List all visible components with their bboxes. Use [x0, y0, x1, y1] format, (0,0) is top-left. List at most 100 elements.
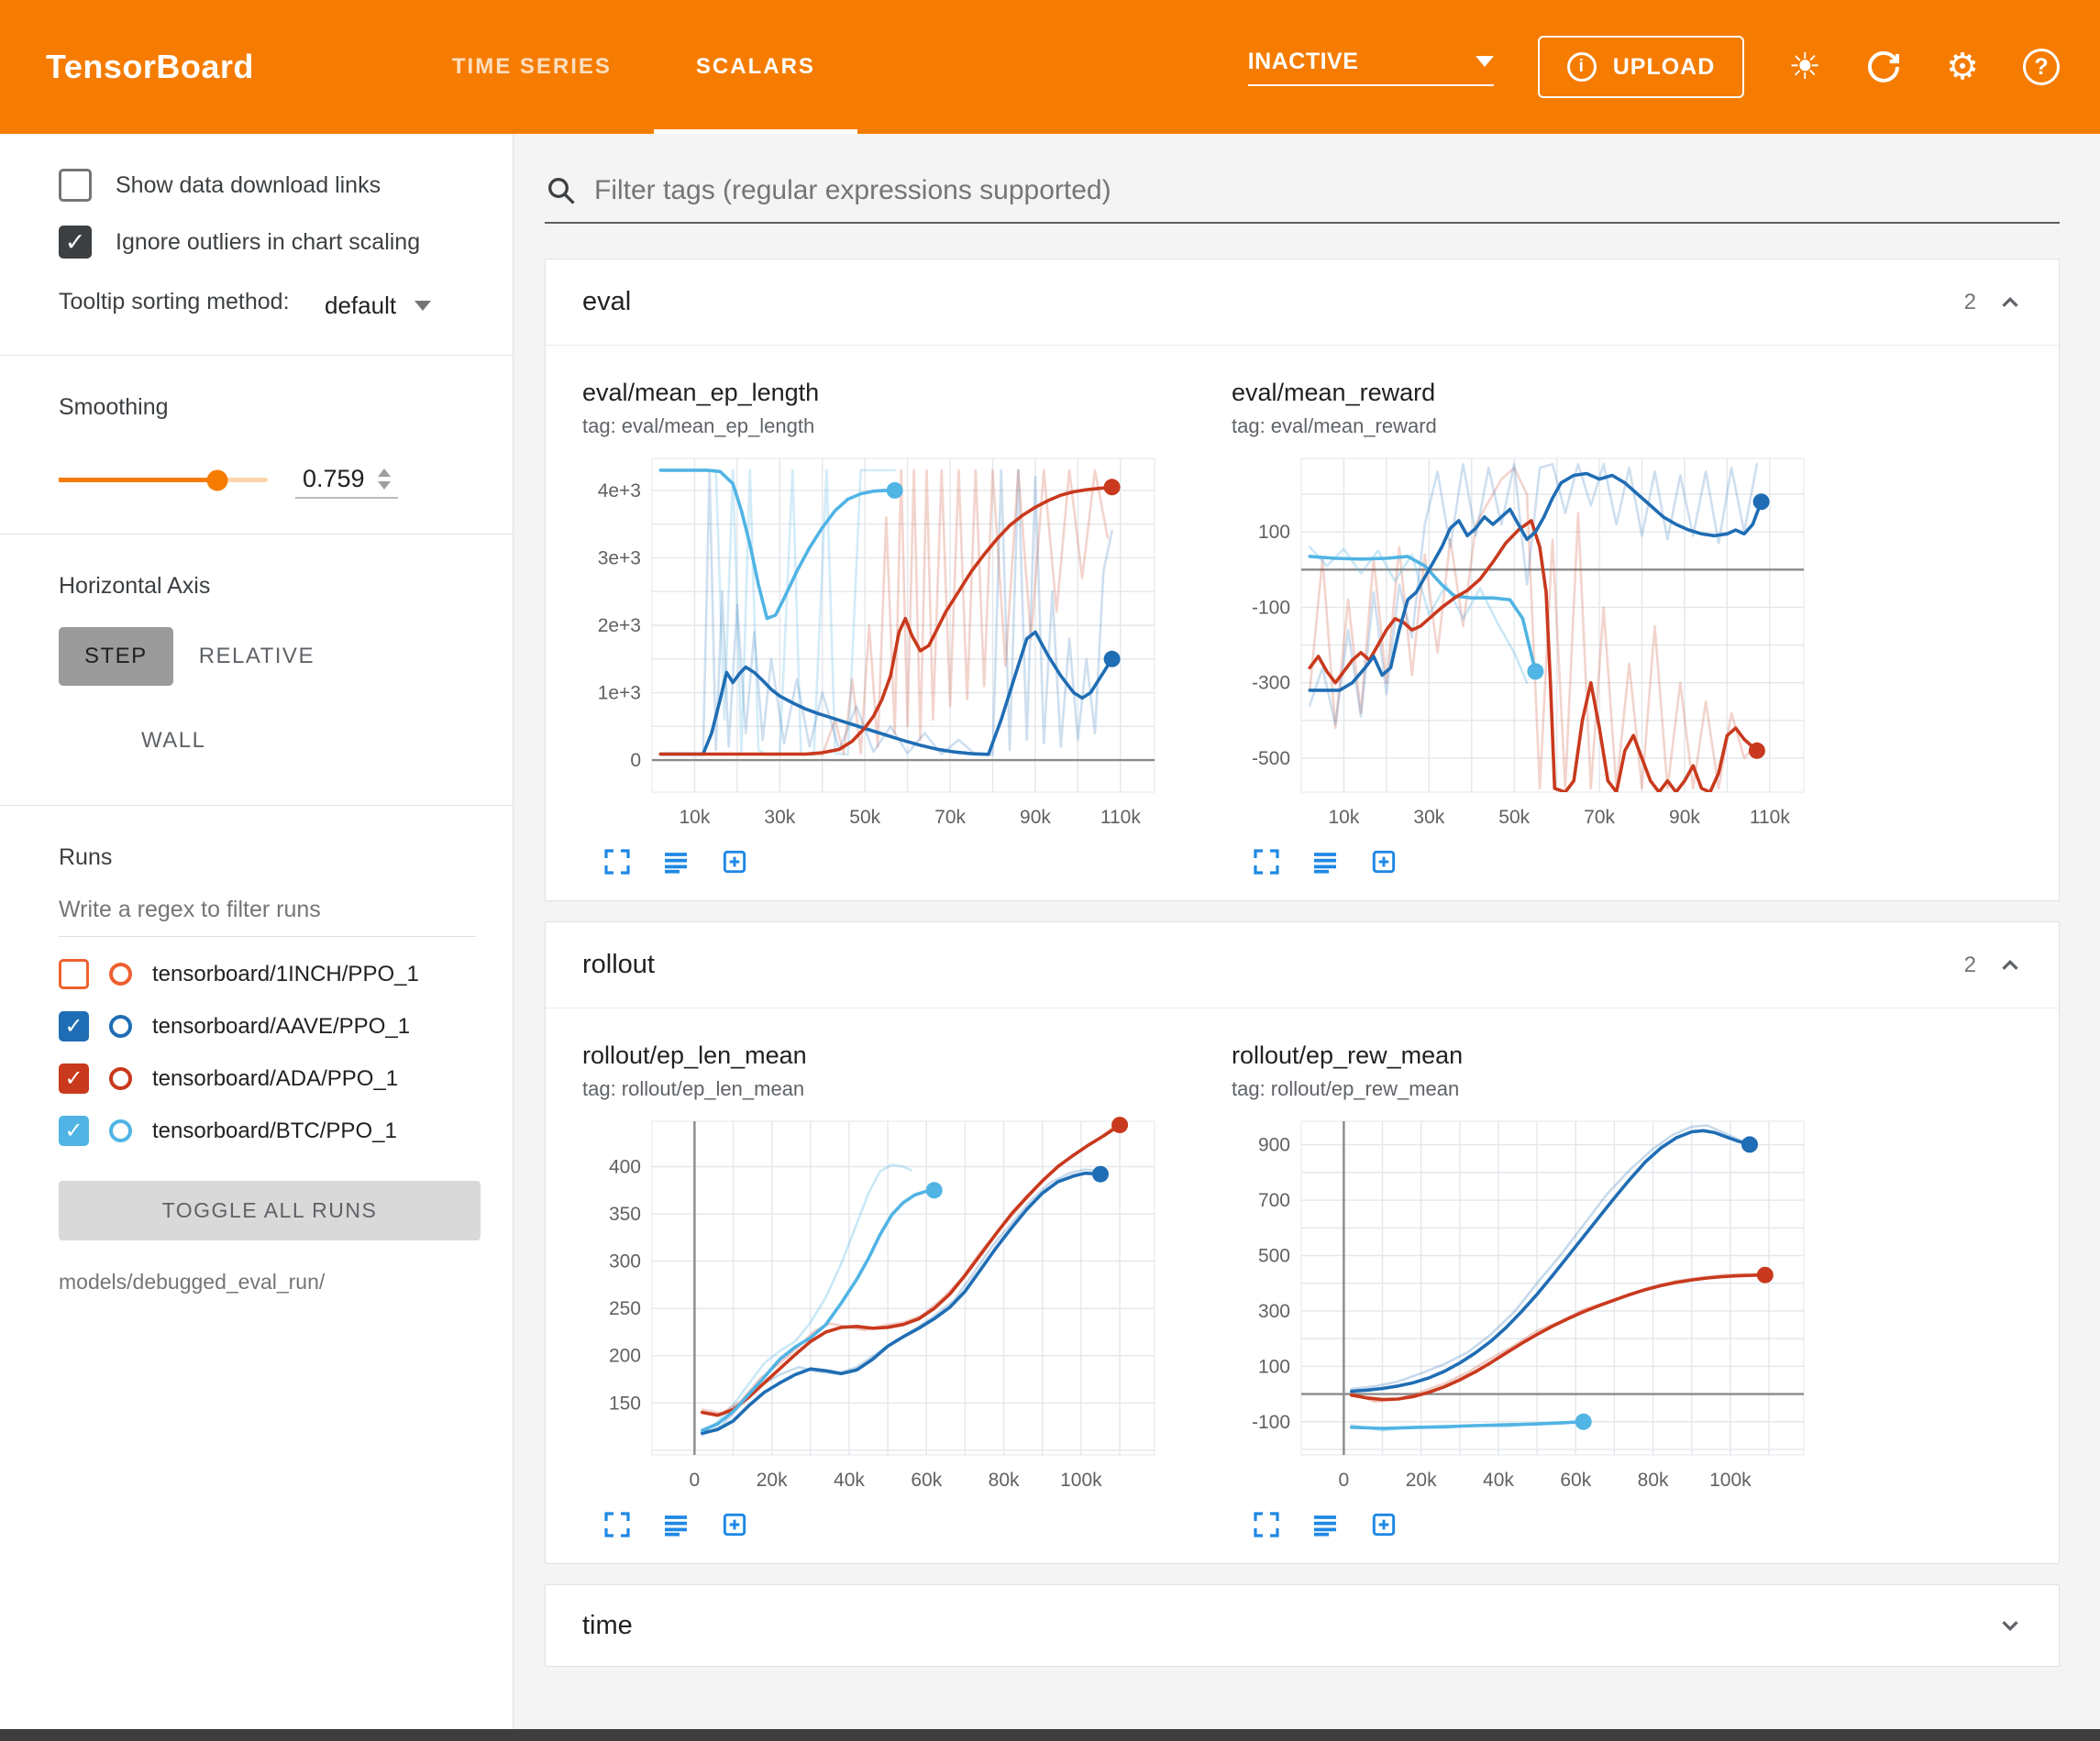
eval-mean-ep-length-plot[interactable]: 01e+32e+33e+34e+310k30k50k70k90k110k — [582, 447, 1169, 842]
info-icon: i — [1567, 52, 1597, 82]
bottom-bar — [0, 1729, 2100, 1741]
fit-domain-icon[interactable] — [1369, 1510, 1398, 1539]
svg-text:300: 300 — [609, 1251, 641, 1273]
section-eval: eval 2 eval/mean_ep_length tag: eval/mea… — [545, 259, 2060, 901]
svg-text:10k: 10k — [680, 807, 711, 828]
smoothing-input[interactable]: 0.759 — [295, 461, 398, 499]
brightness-icon[interactable]: ☀ — [1788, 49, 1821, 85]
fit-domain-icon[interactable] — [1369, 847, 1398, 876]
svg-text:3e+3: 3e+3 — [598, 547, 641, 568]
section-rollout-header[interactable]: rollout 2 — [546, 922, 2059, 1008]
svg-text:700: 700 — [1258, 1190, 1290, 1211]
ignore-outliers-checkbox[interactable]: ✓ — [59, 226, 92, 259]
tensorboard-app: TensorBoard TIME SERIES SCALARS INACTIVE… — [0, 0, 2100, 1741]
svg-text:2e+3: 2e+3 — [598, 615, 641, 636]
chart-toolbar — [1232, 847, 1837, 876]
smoothing-label: Smoothing — [59, 394, 476, 421]
app-header: TensorBoard TIME SERIES SCALARS INACTIVE… — [0, 0, 2100, 134]
svg-text:60k: 60k — [911, 1470, 942, 1491]
chart-tag: tag: rollout/ep_rew_mean — [1232, 1077, 1837, 1101]
horizontal-axis-options: STEP RELATIVE WALL — [59, 627, 444, 770]
svg-text:110k: 110k — [1100, 807, 1141, 828]
section-time-header[interactable]: time — [546, 1585, 2059, 1666]
run-label: tensorboard/1INCH/PPO_1 — [152, 962, 419, 987]
svg-text:20k: 20k — [757, 1470, 788, 1491]
filter-tags-bar — [545, 174, 2060, 224]
data-lines-icon[interactable] — [661, 1510, 691, 1539]
data-lines-icon[interactable] — [1310, 1510, 1340, 1539]
show-download-row: Show data download links — [59, 169, 476, 202]
section-chart-count: 2 — [1964, 290, 1976, 315]
fit-domain-icon[interactable] — [720, 1510, 749, 1539]
help-icon[interactable]: ? — [2023, 49, 2060, 85]
rollout-ep-len-mean-plot[interactable]: 150200250300350400020k40k60k80k100k — [582, 1110, 1169, 1504]
tab-scalars[interactable]: SCALARS — [654, 0, 857, 134]
chart-tag: tag: eval/mean_ep_length — [582, 414, 1188, 438]
stepper-arrows-icon[interactable] — [378, 468, 391, 490]
svg-text:50k: 50k — [849, 807, 880, 828]
show-download-checkbox[interactable] — [59, 169, 92, 202]
fit-domain-icon[interactable] — [720, 847, 749, 876]
toggle-all-runs-button[interactable]: TOGGLE ALL RUNS — [59, 1181, 481, 1240]
runs-filter-input[interactable] — [59, 884, 476, 937]
smoothing-slider-fill — [59, 478, 217, 482]
upload-button-label: UPLOAD — [1613, 54, 1716, 81]
data-lines-icon[interactable] — [1310, 847, 1340, 876]
svg-text:200: 200 — [609, 1346, 641, 1367]
app-body: Show data download links ✓ Ignore outlie… — [0, 134, 2100, 1741]
chevron-down-icon — [414, 301, 431, 311]
run-checkbox[interactable]: ✓ — [59, 1011, 89, 1041]
svg-text:80k: 80k — [1638, 1470, 1669, 1491]
svg-text:30k: 30k — [764, 807, 795, 828]
expand-chart-icon[interactable] — [1252, 847, 1281, 876]
runs-label: Runs — [59, 844, 476, 871]
axis-step-button[interactable]: STEP — [59, 627, 173, 686]
svg-text:0: 0 — [690, 1470, 701, 1491]
tooltip-sorting-select[interactable]: default — [325, 292, 431, 320]
settings-icon[interactable]: ⚙ — [1946, 49, 1979, 85]
refresh-icon[interactable] — [1865, 49, 1902, 85]
status-dropdown[interactable]: INACTIVE — [1248, 49, 1494, 86]
scalars-main: eval 2 eval/mean_ep_length tag: eval/mea… — [514, 134, 2100, 1741]
chart-toolbar — [1232, 1510, 1837, 1539]
run-checkbox[interactable] — [59, 959, 89, 989]
chart-eval-mean-reward: eval/mean_reward tag: eval/mean_reward 1… — [1232, 379, 1837, 876]
smoothing-row: 0.759 — [59, 461, 476, 499]
section-eval-header[interactable]: eval 2 — [546, 259, 2059, 346]
horizontal-axis-label: Horizontal Axis — [59, 573, 476, 600]
expand-chart-icon[interactable] — [1252, 1510, 1281, 1539]
filter-tags-input[interactable] — [594, 175, 2060, 206]
svg-text:100k: 100k — [1709, 1470, 1752, 1491]
chart-title: rollout/ep_rew_mean — [1232, 1041, 1837, 1070]
ignore-outliers-row: ✓ Ignore outliers in chart scaling — [59, 226, 476, 259]
collapse-section-icon[interactable] — [1996, 289, 2024, 316]
run-checkbox[interactable]: ✓ — [59, 1063, 89, 1094]
eval-mean-reward-plot[interactable]: 100-100-300-50010k30k50k70k90k110k — [1232, 447, 1818, 842]
svg-text:70k: 70k — [1584, 807, 1615, 828]
tab-time-series[interactable]: TIME SERIES — [410, 0, 654, 134]
svg-text:40k: 40k — [1483, 1470, 1514, 1491]
svg-text:0: 0 — [1339, 1470, 1350, 1491]
expand-chart-icon[interactable] — [602, 1510, 632, 1539]
run-checkbox[interactable]: ✓ — [59, 1116, 89, 1146]
run-color-circle — [109, 963, 132, 986]
expand-chart-icon[interactable] — [602, 847, 632, 876]
svg-text:-100: -100 — [1252, 1412, 1290, 1433]
expand-section-icon[interactable] — [1996, 1612, 2024, 1639]
smoothing-slider[interactable] — [59, 478, 268, 482]
collapse-section-icon[interactable] — [1996, 952, 2024, 979]
svg-text:90k: 90k — [1020, 807, 1051, 828]
upload-button[interactable]: i UPLOAD — [1538, 36, 1745, 98]
section-time: time — [545, 1584, 2060, 1667]
svg-text:30k: 30k — [1413, 807, 1444, 828]
smoothing-slider-thumb[interactable] — [207, 469, 228, 490]
svg-text:100k: 100k — [1060, 1470, 1102, 1491]
axis-relative-button[interactable]: RELATIVE — [173, 627, 340, 686]
svg-text:0: 0 — [630, 750, 641, 771]
rollout-ep-rew-mean-plot[interactable]: -100100300500700900020k40k60k80k100k — [1232, 1110, 1818, 1504]
eval-charts-row: eval/mean_ep_length tag: eval/mean_ep_le… — [546, 346, 2059, 900]
axis-wall-button[interactable]: WALL — [116, 711, 231, 770]
data-lines-icon[interactable] — [661, 847, 691, 876]
svg-text:-300: -300 — [1252, 673, 1290, 694]
ignore-outliers-label: Ignore outliers in chart scaling — [116, 229, 420, 256]
